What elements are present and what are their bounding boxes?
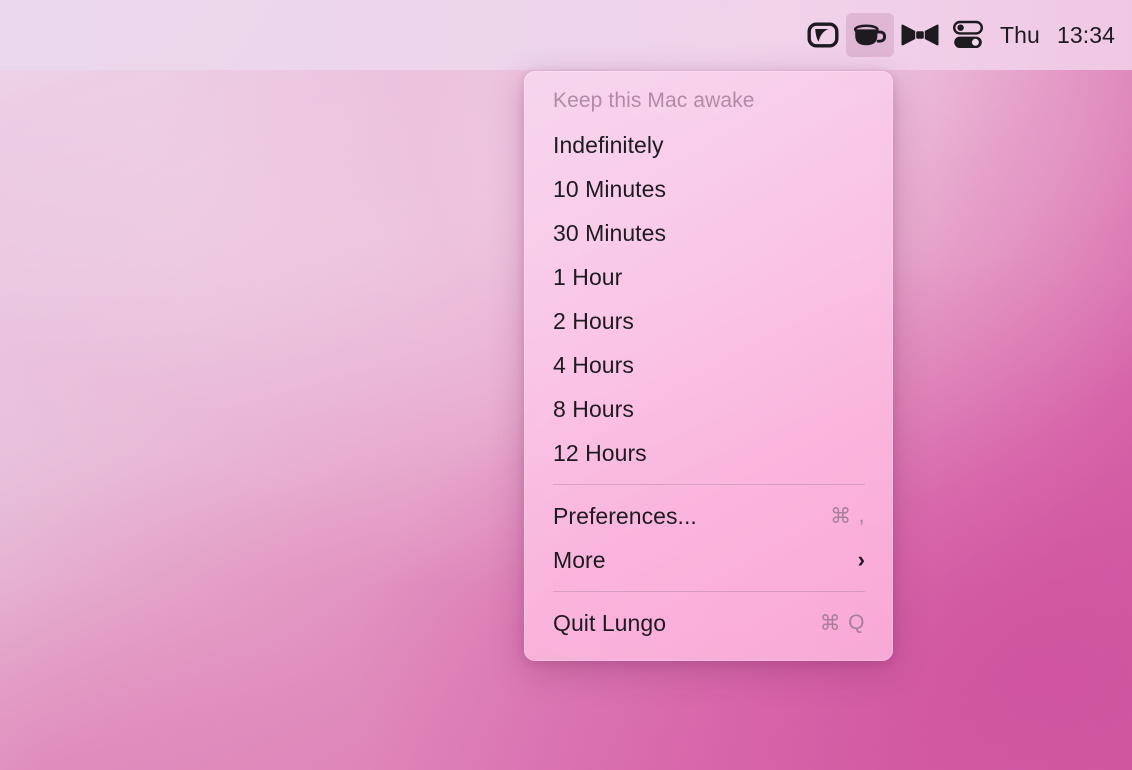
menu-item-label: More (553, 546, 606, 573)
menu-item-label: 4 Hours (553, 351, 634, 378)
menu-bar-clock[interactable]: Thu 13:34 (990, 22, 1115, 49)
lungo-app-icon (806, 20, 840, 50)
coffee-cup-icon (852, 20, 888, 50)
menu-item-2-hours[interactable]: 2 Hours (524, 299, 893, 343)
menu-item-label: 1 Hour (553, 263, 623, 290)
menu-section-header: Keep this Mac awake (553, 89, 755, 112)
shortcut-key: Q (848, 611, 865, 634)
menu-item-label: 2 Hours (553, 307, 634, 334)
menu-bar-item-coffee-cup[interactable] (846, 13, 894, 57)
menu-bar-status-items: Thu 13:34 (800, 0, 1132, 70)
command-key-icon: ⌘ (819, 611, 842, 635)
bowtie-icon (900, 22, 940, 48)
clock-time: 13:34 (1056, 21, 1115, 48)
menu-item-12-hours[interactable]: 12 Hours (524, 431, 893, 475)
menu-item-30-minutes[interactable]: 30 Minutes (524, 211, 893, 255)
shortcut-key: , (858, 504, 865, 527)
menu-item-shortcut: ⌘ , (830, 504, 865, 529)
menu-bar-item-bowtie[interactable] (894, 13, 946, 57)
menu-item-1-hour[interactable]: 1 Hour (524, 255, 893, 299)
menu-item-shortcut: ⌘ Q (820, 611, 865, 636)
menu-item-label: Quit Lungo (553, 609, 667, 636)
menu-item-label: 30 Minutes (553, 219, 667, 246)
menu-item-4-hours[interactable]: 4 Hours (524, 343, 893, 387)
menu-separator (553, 484, 865, 485)
menu-item-label: Preferences... (553, 502, 697, 529)
menu-item-label: 12 Hours (553, 439, 647, 466)
menu-item-label: 8 Hours (553, 395, 634, 422)
command-key-icon: ⌘ (830, 504, 852, 528)
menu-item-preferences[interactable]: Preferences... ⌘ , (524, 494, 893, 538)
menu-bar-item-lungo-app[interactable] (800, 13, 846, 57)
menu-separator (553, 591, 865, 592)
menu-item-8-hours[interactable]: 8 Hours (524, 387, 893, 431)
chevron-right-icon: › (857, 547, 865, 572)
toggles-icon (952, 19, 984, 51)
menu-item-label: 10 Minutes (553, 175, 667, 202)
menu-item-quit-lungo[interactable]: Quit Lungo ⌘ Q (524, 601, 893, 645)
menu-bar: Thu 13:34 (0, 0, 1132, 70)
lungo-dropdown-menu: Keep this Mac awake Indefinitely 10 Minu… (524, 71, 893, 661)
menu-item-more[interactable]: More › (524, 538, 893, 582)
clock-day: Thu (1000, 21, 1040, 48)
menu-bar-item-toggles[interactable] (946, 13, 990, 57)
desktop: Thu 13:34 Keep this Mac awake Indefinite… (0, 0, 1132, 770)
menu-item-10-minutes[interactable]: 10 Minutes (524, 167, 893, 211)
menu-item-indefinitely[interactable]: Indefinitely (524, 123, 893, 167)
menu-item-label: Indefinitely (553, 131, 664, 158)
